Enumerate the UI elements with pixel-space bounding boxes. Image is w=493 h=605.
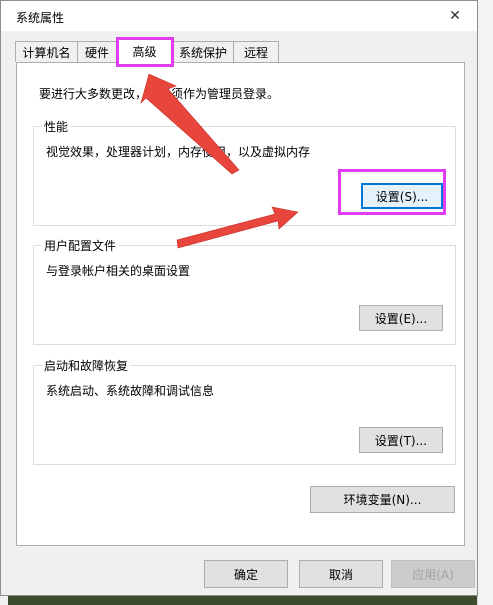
cancel-button[interactable]: 取消 bbox=[299, 560, 383, 588]
background-window-edge bbox=[477, 0, 493, 605]
user-profiles-group: 用户配置文件 与登录帐户相关的桌面设置 设置(E)... bbox=[33, 237, 456, 345]
apply-button[interactable]: 应用(A) bbox=[391, 560, 475, 588]
button-label: 应用(A) bbox=[412, 567, 454, 582]
title-bar: 系统属性 ✕ bbox=[1, 1, 477, 31]
user-profiles-title: 用户配置文件 bbox=[42, 237, 119, 254]
close-button[interactable]: ✕ bbox=[433, 1, 477, 31]
button-label: 设置(T)... bbox=[374, 433, 428, 448]
tab-label: 高级 bbox=[132, 44, 157, 59]
tab-advanced[interactable]: 高级 bbox=[116, 38, 173, 63]
tab-computer-name[interactable]: 计算机名 bbox=[15, 41, 78, 62]
startup-recovery-group: 启动和故障恢复 系统启动、系统故障和调试信息 设置(T)... bbox=[33, 357, 456, 465]
performance-description: 视觉效果，处理器计划，内存使用，以及虚拟内存 bbox=[46, 145, 311, 159]
performance-group: 性能 视觉效果，处理器计划，内存使用，以及虚拟内存 设置(S)... bbox=[33, 118, 456, 226]
performance-title: 性能 bbox=[42, 118, 71, 135]
advanced-tab-panel: 要进行大多数更改，你必须作为管理员登录。 性能 视觉效果，处理器计划，内存使用，… bbox=[16, 62, 465, 546]
user-profiles-settings-button[interactable]: 设置(E)... bbox=[359, 305, 443, 331]
button-label: 环境变量(N)... bbox=[343, 493, 422, 507]
button-label: 确定 bbox=[233, 567, 258, 582]
startup-recovery-description: 系统启动、系统故障和调试信息 bbox=[46, 384, 215, 398]
tab-label: 硬件 bbox=[84, 45, 109, 60]
environment-variables-button[interactable]: 环境变量(N)... bbox=[310, 486, 455, 513]
button-label: 设置(E)... bbox=[374, 311, 428, 326]
startup-recovery-settings-button[interactable]: 设置(T)... bbox=[359, 427, 443, 453]
performance-settings-button[interactable]: 设置(S)... bbox=[361, 183, 443, 209]
tab-remote[interactable]: 远程 bbox=[233, 41, 279, 62]
ok-button[interactable]: 确定 bbox=[204, 560, 288, 588]
close-icon: ✕ bbox=[449, 8, 461, 24]
button-label: 设置(S)... bbox=[375, 189, 429, 204]
tab-label: 计算机名 bbox=[22, 45, 71, 60]
user-profiles-description: 与登录帐户相关的桌面设置 bbox=[46, 264, 191, 278]
admin-notice: 要进行大多数更改，你必须作为管理员登录。 bbox=[39, 87, 280, 101]
tab-system-protection[interactable]: 系统保护 bbox=[172, 41, 234, 62]
tab-label: 系统保护 bbox=[178, 45, 227, 60]
system-properties-dialog: 系统属性 ✕ 计算机名 硬件 高级 系统保护 远程 要进行大多数更改，你必须作为… bbox=[0, 0, 478, 596]
startup-recovery-title: 启动和故障恢复 bbox=[42, 357, 131, 374]
window-title: 系统属性 bbox=[16, 11, 65, 25]
tab-label: 远程 bbox=[243, 45, 268, 60]
button-label: 取消 bbox=[328, 567, 353, 582]
tab-hardware[interactable]: 硬件 bbox=[77, 41, 117, 62]
